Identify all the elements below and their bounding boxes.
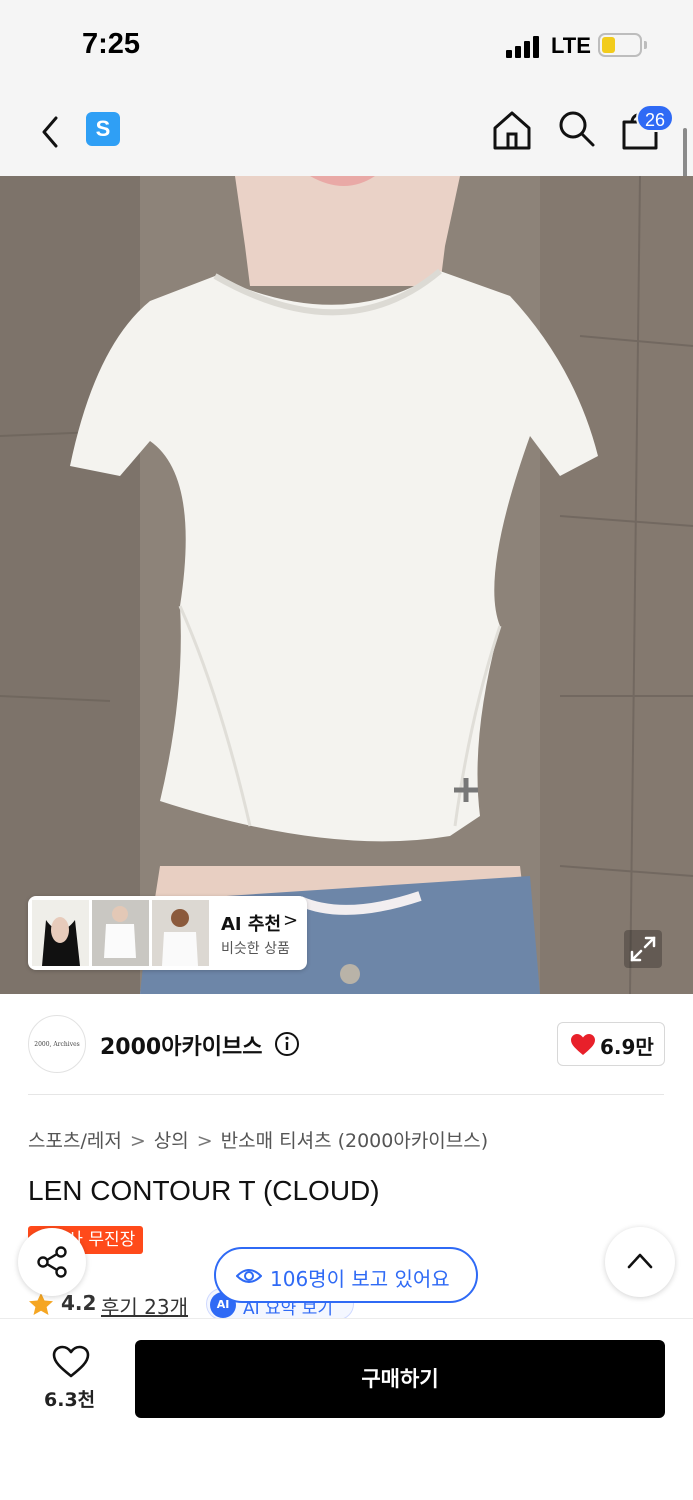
breadcrumb-separator: > xyxy=(196,1130,213,1152)
share-button[interactable] xyxy=(18,1228,86,1296)
brand-like-count: 6.9만 xyxy=(600,1035,654,1059)
ai-recommendation-card[interactable]: AI 추천 > 비슷한 상품 xyxy=(28,896,307,970)
brand-like-button[interactable]: 6.9만 xyxy=(557,1022,665,1066)
divider xyxy=(28,1094,664,1095)
product-photo xyxy=(0,176,693,994)
breadcrumb-item[interactable]: 상의 xyxy=(154,1130,189,1152)
breadcrumb-item[interactable]: 스포츠/레저 xyxy=(28,1130,122,1152)
chevron-right-icon: > xyxy=(283,910,299,931)
scroll-to-top-button[interactable] xyxy=(605,1227,675,1297)
recommendation-thumb[interactable] xyxy=(32,900,89,966)
battery-cap xyxy=(644,41,647,49)
store-logo[interactable]: S xyxy=(86,112,120,146)
rating-value: 4.2 xyxy=(61,1291,97,1315)
breadcrumb: 스포츠/레저 > 상의 > 반소매 티셔츠 (2000아카이브스) xyxy=(28,1126,488,1153)
search-icon[interactable] xyxy=(556,108,596,148)
back-icon[interactable] xyxy=(32,112,72,152)
buy-button[interactable]: 구매하기 xyxy=(135,1340,665,1418)
product-title: LEN CONTOUR T (CLOUD) xyxy=(28,1175,380,1206)
battery-fill xyxy=(602,37,615,53)
product-image[interactable] xyxy=(0,176,693,994)
info-icon[interactable] xyxy=(274,1031,300,1057)
recommendation-thumb[interactable] xyxy=(92,900,149,966)
status-time: 7:25 xyxy=(82,28,141,60)
share-icon xyxy=(37,1246,67,1278)
viewers-text: 106명이 보고 있어요 xyxy=(270,1267,450,1291)
heart-outline-icon[interactable] xyxy=(52,1345,90,1379)
breadcrumb-separator: > xyxy=(129,1130,146,1152)
signal-icon xyxy=(506,36,542,58)
ai-recommendation-title: AI 추천 xyxy=(221,914,282,935)
brand-name[interactable]: 2000아카이브스 xyxy=(100,1029,262,1061)
network-label: LTE xyxy=(551,33,591,58)
chevron-up-icon xyxy=(627,1253,653,1269)
home-icon[interactable] xyxy=(490,108,534,152)
status-bar: 7:25 LTE xyxy=(0,0,693,92)
eye-icon xyxy=(236,1269,262,1283)
wishlist-count: 6.3천 xyxy=(44,1389,96,1411)
brand-avatar[interactable]: 2000, Archives xyxy=(28,1015,86,1073)
breadcrumb-item[interactable]: 반소매 티셔츠 (2000아카이브스) xyxy=(221,1130,489,1152)
viewers-indicator[interactable]: 106명이 보고 있어요 xyxy=(214,1247,478,1303)
heart-filled-icon xyxy=(571,1034,595,1055)
battery-icon xyxy=(598,33,642,57)
review-count-link[interactable]: 후기 23개 xyxy=(101,1291,188,1320)
top-nav: S xyxy=(0,92,693,176)
ai-recommendation-subtitle: 비슷한 상품 xyxy=(221,941,290,957)
recommendation-thumb[interactable] xyxy=(152,900,209,966)
cart-count-badge: 26 xyxy=(636,104,674,132)
expand-icon[interactable] xyxy=(624,930,662,968)
